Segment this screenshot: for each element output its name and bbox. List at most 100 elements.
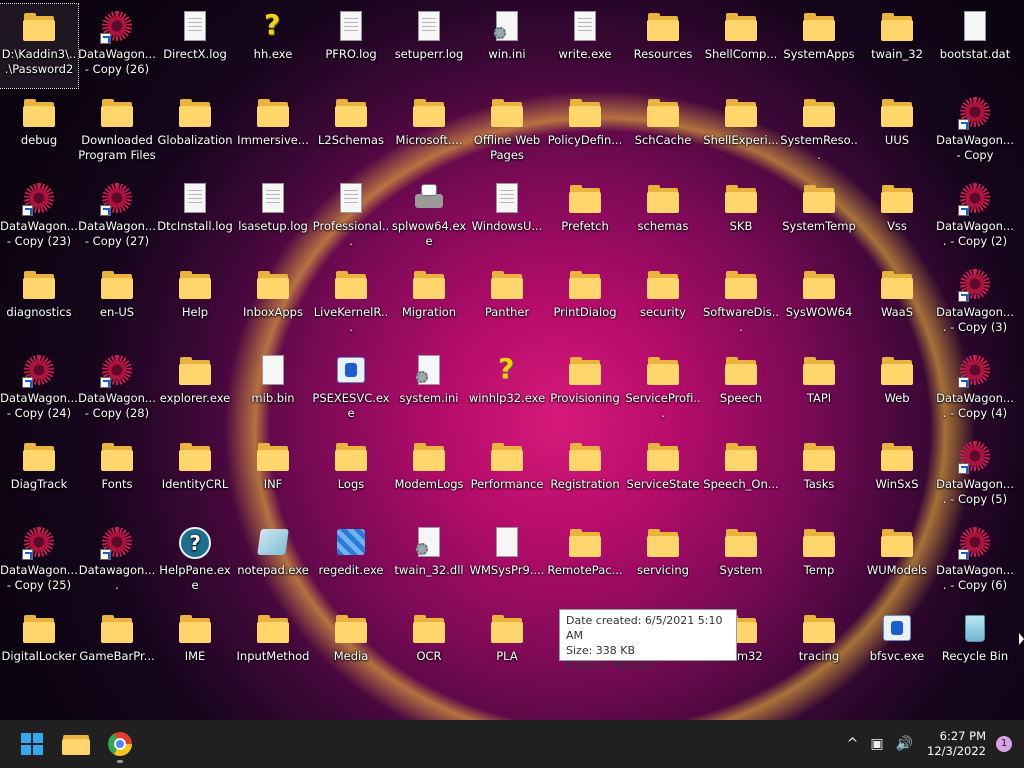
desktop-icon[interactable]: Recycle Bin: [936, 606, 1014, 690]
desktop-icon[interactable]: ModemLogs: [390, 434, 468, 518]
desktop-icon[interactable]: DirectX.log: [156, 4, 234, 88]
file-explorer-taskbar-button[interactable]: [56, 724, 96, 764]
desktop-icon[interactable]: DataWagon... - Copy (23): [0, 176, 78, 260]
chrome-taskbar-button[interactable]: [100, 724, 140, 764]
desktop-icon[interactable]: DiagTrack: [0, 434, 78, 518]
desktop-icon[interactable]: DataWagon.... - Copy (3): [936, 262, 1014, 346]
desktop-icon[interactable]: Panther: [468, 262, 546, 346]
desktop-icon[interactable]: setuperr.log: [390, 4, 468, 88]
desktop-icon[interactable]: WMSysPr9....: [468, 520, 546, 604]
notification-badge[interactable]: 1: [996, 736, 1012, 752]
desktop-icon[interactable]: InboxApps: [234, 262, 312, 346]
desktop-icon[interactable]: twain_32: [858, 4, 936, 88]
desktop-icon[interactable]: WaaS: [858, 262, 936, 346]
desktop-icon[interactable]: Temp: [780, 520, 858, 604]
desktop-icon[interactable]: Microsoft....: [390, 90, 468, 174]
desktop-icon[interactable]: diagnostics: [0, 262, 78, 346]
desktop-icon[interactable]: write.exe: [546, 4, 624, 88]
desktop-icon[interactable]: Offline Web Pages: [468, 90, 546, 174]
desktop-icon[interactable]: security: [624, 262, 702, 346]
desktop-icon[interactable]: splwow64.exe: [390, 176, 468, 260]
desktop-icon[interactable]: Prefetch: [546, 176, 624, 260]
desktop-icon[interactable]: tracing: [780, 606, 858, 690]
desktop-icon[interactable]: L2Schemas: [312, 90, 390, 174]
desktop-icon[interactable]: ? HelpPane.exe: [156, 520, 234, 604]
desktop-icon[interactable]: SystemReso...: [780, 90, 858, 174]
desktop-icon[interactable]: DataWagon... - Copy (24): [0, 348, 78, 432]
desktop-icon[interactable]: Web: [858, 348, 936, 432]
desktop-icon[interactable]: IdentityCRL: [156, 434, 234, 518]
desktop-icon[interactable]: SoftwareDis...: [702, 262, 780, 346]
desktop-icon[interactable]: regedit.exe: [312, 520, 390, 604]
desktop-icon[interactable]: SKB: [702, 176, 780, 260]
desktop-icon[interactable]: Speech_On...: [702, 434, 780, 518]
desktop-icon[interactable]: Migration: [390, 262, 468, 346]
desktop-icon[interactable]: InputMethod: [234, 606, 312, 690]
desktop-icon[interactable]: twain_32.dll: [390, 520, 468, 604]
desktop-icon[interactable]: Speech: [702, 348, 780, 432]
desktop-icon[interactable]: system.ini: [390, 348, 468, 432]
desktop-icon[interactable]: DataWagon... - Copy (27): [78, 176, 156, 260]
desktop-icon[interactable]: bfsvc.exe: [858, 606, 936, 690]
desktop-icon[interactable]: System: [702, 520, 780, 604]
desktop-icon[interactable]: Globalization: [156, 90, 234, 174]
desktop-icon[interactable]: PrintDialog: [546, 262, 624, 346]
desktop-icon[interactable]: TAPI: [780, 348, 858, 432]
desktop-icon[interactable]: Media: [312, 606, 390, 690]
desktop-icon[interactable]: IME: [156, 606, 234, 690]
desktop-icon[interactable]: Vss: [858, 176, 936, 260]
desktop-icon[interactable]: DataWagon.... - Copy (4): [936, 348, 1014, 432]
desktop-icon[interactable]: DataWagon... - Copy: [936, 90, 1014, 174]
desktop-icon[interactable]: win.ini: [468, 4, 546, 88]
desktop-icon[interactable]: Datawagon....: [78, 520, 156, 604]
desktop-icon[interactable]: DataWagon.... - Copy (5): [936, 434, 1014, 518]
desktop-icon[interactable]: SystemApps: [780, 4, 858, 88]
volume-icon[interactable]: 🔊: [896, 736, 913, 752]
desktop-icon[interactable]: ShellExperi...: [702, 90, 780, 174]
desktop-icon[interactable]: Provisioning: [546, 348, 624, 432]
desktop-icon[interactable]: Downloaded Program Files: [78, 90, 156, 174]
desktop-icon[interactable]: en-US: [78, 262, 156, 346]
desktop-icon[interactable]: SysWOW64: [780, 262, 858, 346]
desktop-icon[interactable]: debug: [0, 90, 78, 174]
desktop-icon[interactable]: ServiceProfi...: [624, 348, 702, 432]
network-icon[interactable]: ▣: [870, 736, 883, 752]
desktop-icon[interactable]: DataWagon... - Copy (25): [0, 520, 78, 604]
desktop-icon[interactable]: ? hh.exe: [234, 4, 312, 88]
desktop-icon[interactable]: servicing: [624, 520, 702, 604]
desktop-icon[interactable]: PolicyDefin...: [546, 90, 624, 174]
desktop-icon[interactable]: RemotePac...: [546, 520, 624, 604]
show-hidden-icons-chevron-icon[interactable]: ^: [847, 736, 859, 752]
desktop-icon[interactable]: Tasks: [780, 434, 858, 518]
desktop-icon[interactable]: Help: [156, 262, 234, 346]
desktop-icon[interactable]: PLA: [468, 606, 546, 690]
desktop-icon[interactable]: Logs: [312, 434, 390, 518]
desktop-icon[interactable]: GameBarPr...: [78, 606, 156, 690]
desktop-icon[interactable]: explorer.exe: [156, 348, 234, 432]
desktop-icon[interactable]: SchCache: [624, 90, 702, 174]
desktop-icon[interactable]: INF: [234, 434, 312, 518]
desktop-icon[interactable]: Immersive...: [234, 90, 312, 174]
desktop-icon[interactable]: notepad.exe: [234, 520, 312, 604]
desktop-icon[interactable]: ? winhlp32.exe: [468, 348, 546, 432]
desktop-icon[interactable]: Registration: [546, 434, 624, 518]
desktop-icon[interactable]: D:\Kaddin3\...\Password2: [0, 3, 79, 89]
desktop-icon[interactable]: DtcInstall.log: [156, 176, 234, 260]
desktop-icon[interactable]: DataWagon.... - Copy (6): [936, 520, 1014, 604]
desktop-icon[interactable]: SystemTemp: [780, 176, 858, 260]
desktop-icon[interactable]: Performance: [468, 434, 546, 518]
desktop-icon[interactable]: DataWagon... - Copy (26): [78, 4, 156, 88]
start-button[interactable]: [12, 724, 52, 764]
desktop-icon[interactable]: bootstat.dat: [936, 4, 1014, 88]
desktop-icon[interactable]: DataWagon... - Copy (28): [78, 348, 156, 432]
desktop-icon[interactable]: Resources: [624, 4, 702, 88]
desktop-icon[interactable]: lsasetup.log: [234, 176, 312, 260]
desktop-icon[interactable]: ShellComp...: [702, 4, 780, 88]
desktop-icon[interactable]: DataWagon.... - Copy (2): [936, 176, 1014, 260]
desktop-icon[interactable]: WUModels: [858, 520, 936, 604]
desktop-icon[interactable]: ServiceState: [624, 434, 702, 518]
desktop-icon[interactable]: OCR: [390, 606, 468, 690]
desktop-icon[interactable]: WinSxS: [858, 434, 936, 518]
desktop-icon[interactable]: PSEXESVC.exe: [312, 348, 390, 432]
desktop-icon[interactable]: Professional...: [312, 176, 390, 260]
